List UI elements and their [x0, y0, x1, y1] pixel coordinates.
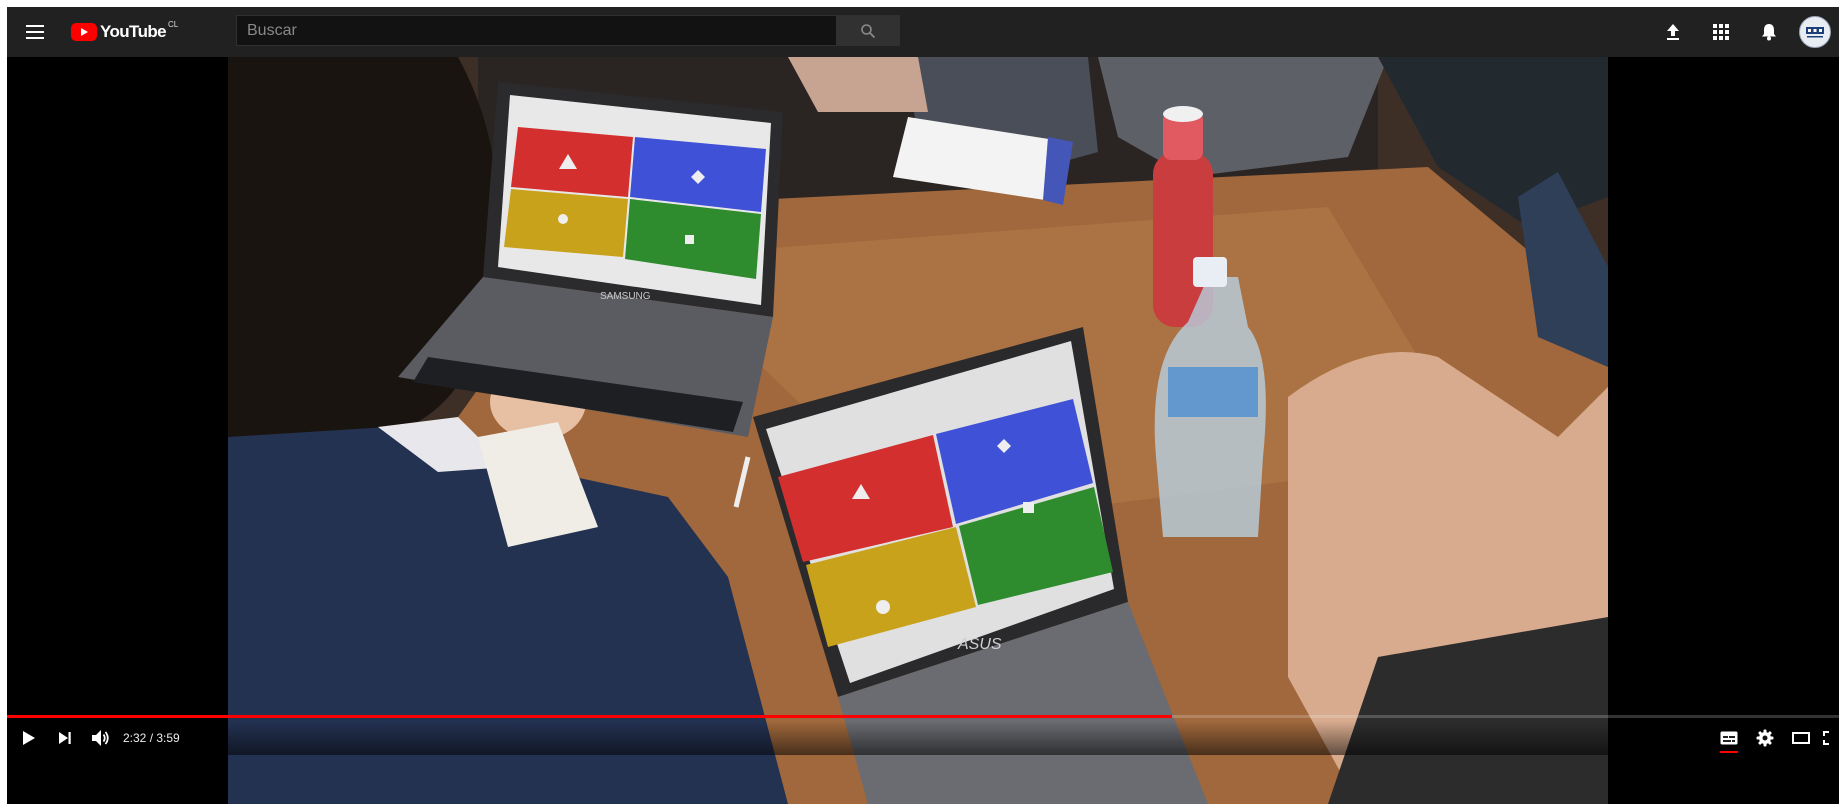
logo-text: YouTube: [100, 22, 167, 41]
youtube-logo-icon: [71, 23, 97, 41]
volume-icon: [92, 730, 109, 746]
youtube-app: YouTube CL Buscar SAMSUNG ASUS 2:32 / 3:…: [7, 7, 1839, 804]
video-player[interactable]: SAMSUNG ASUS 2:32 / 3:59: [7, 57, 1839, 804]
play-icon: [23, 731, 35, 745]
next-button[interactable]: [47, 721, 83, 755]
menu-button[interactable]: [7, 7, 63, 57]
avatar[interactable]: [1799, 16, 1831, 48]
theater-icon: [1792, 732, 1810, 744]
channel-avatar-icon: [1806, 27, 1824, 38]
search-icon: [861, 23, 876, 38]
laptop-brand-left: SAMSUNG: [600, 291, 651, 302]
next-icon: [59, 732, 71, 744]
subtitles-active-indicator: [1720, 751, 1738, 753]
notifications-button[interactable]: [1745, 7, 1793, 57]
top-actions: [1649, 7, 1839, 57]
search-bar: [236, 15, 900, 46]
upload-button[interactable]: [1649, 7, 1697, 57]
fullscreen-icon: [1823, 731, 1829, 745]
play-button[interactable]: [11, 721, 47, 755]
upload-icon: [1667, 24, 1679, 40]
theater-mode-button[interactable]: [1783, 721, 1819, 755]
menu-icon: [26, 25, 44, 39]
apps-icon: [1713, 24, 1729, 40]
laptop-brand-right: ASUS: [957, 636, 1002, 653]
player-controls: 2:32 / 3:59: [7, 721, 1839, 755]
youtube-logo[interactable]: YouTube CL: [71, 7, 178, 57]
subtitles-button[interactable]: [1711, 721, 1747, 755]
video-frame-image: SAMSUNG ASUS: [228, 57, 1608, 804]
fullscreen-button[interactable]: [1819, 721, 1839, 755]
settings-icon: [1756, 729, 1774, 747]
right-controls: [1711, 721, 1839, 755]
top-bar: YouTube CL: [7, 7, 1839, 57]
country-code: CL: [168, 19, 179, 29]
search-input[interactable]: [236, 15, 836, 46]
volume-button[interactable]: [83, 721, 119, 755]
search-button[interactable]: [836, 15, 900, 46]
progress-bar[interactable]: [7, 715, 1839, 718]
apps-button[interactable]: [1697, 7, 1745, 57]
time-display: 2:32 / 3:59: [123, 731, 180, 745]
settings-button[interactable]: [1747, 721, 1783, 755]
notifications-icon: [1762, 24, 1776, 41]
progress-played: [7, 715, 1173, 718]
subtitles-icon: [1720, 731, 1738, 745]
